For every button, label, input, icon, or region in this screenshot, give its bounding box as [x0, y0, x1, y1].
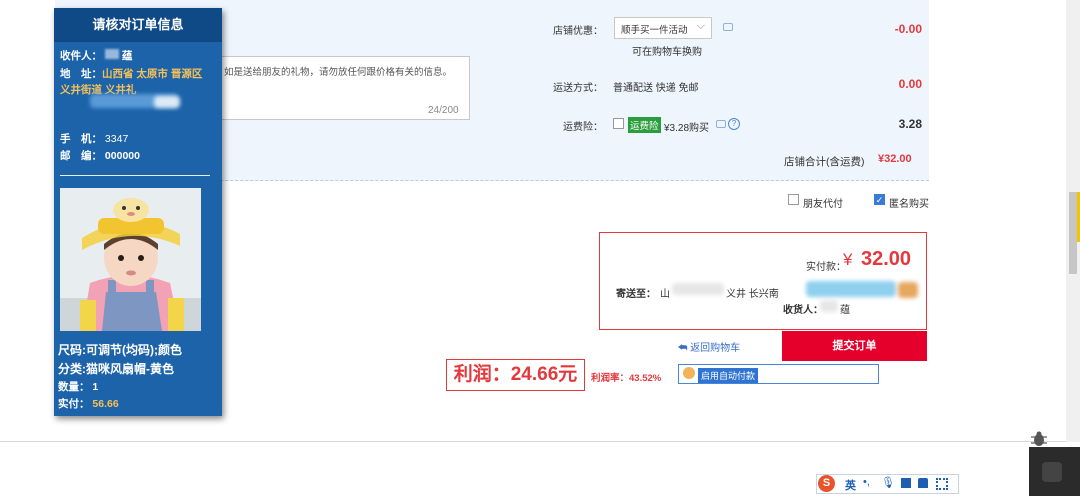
paid-currency: ¥: [843, 250, 853, 269]
product-photo-illustration: [60, 188, 201, 331]
redacted-address: [898, 282, 918, 298]
receiver-label: 收货人：: [783, 305, 823, 316]
friend-pay-checkbox[interactable]: [788, 194, 799, 205]
quantity-value: 1: [92, 381, 99, 393]
shipping-label: 运送方式：: [553, 83, 603, 94]
address-label: 地 址：: [60, 68, 102, 80]
buyer-message-placeholder: 如是送给朋友的礼物，请勿放任何跟价格有关的信息。: [224, 67, 453, 78]
shop-total-label: 店铺合计(含运费): [784, 156, 865, 168]
help-icon[interactable]: ?: [728, 118, 740, 130]
anonymous-checkbox[interactable]: ✓: [874, 194, 885, 205]
profit-display: 利润：24.66元: [446, 359, 585, 391]
bug-icon[interactable]: [1030, 431, 1048, 447]
chevron-down-icon: ⌵: [696, 20, 705, 32]
quantity-row: 数量： 1: [58, 379, 98, 394]
avatar-icon: [683, 367, 695, 379]
address-row: 地 址：山西省 太原市 晋源区: [60, 66, 202, 81]
panel-paid-label: 实付：: [58, 398, 90, 410]
profit-rate: 利润率：43.52%: [591, 373, 662, 384]
receiver-row: 收件人： 蕴: [60, 48, 132, 63]
message-bubble-icon[interactable]: [716, 120, 726, 128]
paid-label: 实付款：: [806, 262, 846, 273]
postcode-value: 000000: [104, 150, 140, 162]
insurance-tag: 运费险: [628, 117, 661, 133]
redacted-address: [672, 283, 724, 295]
panel-title: 请核对订单信息: [54, 8, 222, 42]
back-arrow-icon: ⮪: [678, 343, 688, 354]
ime-logo-icon[interactable]: S: [818, 475, 835, 492]
panel-divider: [60, 175, 210, 176]
product-image: [60, 188, 201, 331]
scrollbar-thumb[interactable]: [1069, 192, 1077, 274]
shop-discount-option: 顺手买一件活动: [621, 25, 688, 36]
address-line-1: 山西省 太原市 晋源区: [102, 68, 203, 80]
redacted-name: [820, 300, 838, 312]
phone-value: 3347: [104, 133, 129, 145]
buyer-message-counter: 24/200: [428, 105, 459, 116]
back-to-cart-link[interactable]: ⮪ 返回购物车: [678, 339, 740, 354]
ime-punctuation-icon[interactable]: •,: [863, 476, 870, 488]
shop-discount-hint: 可在购物车换购: [632, 47, 702, 58]
shop-discount-select[interactable]: 顺手买一件活动 ⌵: [614, 17, 712, 39]
insurance-amount: 3.28: [898, 117, 922, 131]
ime-keyboard-icon[interactable]: [901, 478, 911, 488]
insurance-label: 运费险：: [563, 122, 603, 133]
spec-line-1: 尺码:可调节(均码);颜色: [58, 343, 182, 357]
panel-paid-value: 56.66: [92, 398, 119, 410]
anonymous-label: 匿名购买: [889, 199, 929, 210]
ship-to-label: 寄送至：: [616, 289, 656, 300]
message-bubble-icon[interactable]: [723, 23, 733, 31]
quantity-label: 数量：: [58, 381, 90, 393]
auto-pay-button[interactable]: 启用自动付款: [698, 368, 759, 383]
receiver-name: 蕴: [121, 50, 133, 62]
receiver-partial: 蕴: [840, 305, 850, 316]
order-info-panel: 请核对订单信息 收件人： 蕴 地 址：山西省 太原市 晋源区 义井街道 义井礼 …: [54, 8, 222, 416]
ime-grid-icon[interactable]: [936, 478, 948, 490]
shipping-method: 普通配送 快递 免邮: [613, 83, 699, 94]
postcode-label: 邮 编：: [60, 150, 102, 162]
ship-to-partial-2: 义井 长兴南: [726, 289, 779, 300]
shop-discount-label: 店铺优惠：: [553, 26, 603, 37]
redacted-address: [806, 281, 896, 297]
widget-icon: [1042, 462, 1062, 482]
shop-discount-amount: -0.00: [894, 22, 922, 36]
phone-row: 手 机： 3347: [60, 131, 128, 146]
insurance-checkbox[interactable]: [613, 118, 624, 129]
insurance-price: ¥3.28购买: [664, 123, 710, 134]
friend-pay-label: 朋友代付: [803, 199, 843, 210]
postcode-row: 邮 编： 000000: [60, 148, 140, 163]
ime-skin-icon[interactable]: [918, 478, 928, 488]
shipping-amount: 0.00: [898, 77, 922, 91]
phone-label: 手 机：: [60, 133, 102, 145]
receiver-label: 收件人：: [60, 50, 102, 62]
back-to-cart-label: 返回购物车: [690, 343, 741, 354]
ship-to-partial: 山: [660, 289, 670, 300]
page-divider: [0, 441, 1080, 442]
spec-line-2: 分类:猫咪风扇帽-黄色: [58, 362, 174, 376]
submit-order-button[interactable]: 提交订单: [782, 331, 927, 361]
ime-language-toggle[interactable]: 英: [845, 477, 856, 493]
paid-amount: 32.00: [861, 248, 912, 270]
redacted-name: [104, 49, 119, 59]
ime-microphone-icon[interactable]: 🎙: [881, 476, 895, 489]
redacted-address: [154, 96, 180, 108]
panel-paid-row: 实付： 56.66: [58, 396, 119, 411]
shop-total-value: ¥32.00: [878, 153, 912, 165]
